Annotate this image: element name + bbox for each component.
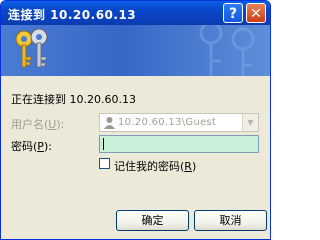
username-label-prefix: 用户名( xyxy=(11,118,49,131)
window-title: 连接到 10.20.60.13 xyxy=(8,8,137,22)
connecting-text: 正在连接到 10.20.60.13 xyxy=(11,93,136,106)
username-label-suffix: ): xyxy=(56,118,65,131)
help-icon: ? xyxy=(228,6,238,22)
watermark-keys xyxy=(199,25,255,76)
user-icon xyxy=(104,117,115,129)
keys-icon xyxy=(15,28,48,68)
remember-label-prefix: 记住我的密码( xyxy=(114,160,185,173)
remember-label-suffix: ) xyxy=(191,160,197,173)
remember-checkbox[interactable] xyxy=(99,158,110,169)
dialog-window: 连接到 10.20.60.13 ? ✕ 正在连接到 10.20.60.13 用户… xyxy=(0,0,271,240)
ok-button[interactable]: 确定 xyxy=(116,210,189,231)
password-label-suffix: ): xyxy=(43,140,52,153)
chevron-down-icon: ▼ xyxy=(247,118,254,127)
help-button[interactable]: ? xyxy=(223,3,243,23)
username-combo[interactable]: 10.20.60.13\Guest ▼ xyxy=(99,113,259,132)
username-label: 用户名(U): xyxy=(11,116,64,132)
close-button[interactable]: ✕ xyxy=(246,3,266,23)
password-label-prefix: 密码( xyxy=(11,140,38,153)
remember-label[interactable]: 记住我的密码(R) xyxy=(114,158,196,174)
text-caret xyxy=(103,138,104,150)
close-icon: ✕ xyxy=(250,6,262,22)
password-input[interactable] xyxy=(99,135,259,153)
banner xyxy=(1,25,270,76)
username-dropdown-button[interactable]: ▼ xyxy=(242,114,258,131)
cancel-button[interactable]: 取消 xyxy=(194,210,267,231)
password-label-key: P xyxy=(37,140,44,153)
password-label: 密码(P): xyxy=(11,138,52,154)
title-bar[interactable]: 连接到 10.20.60.13 ? ✕ xyxy=(1,1,270,25)
remember-label-key: R xyxy=(184,160,192,173)
username-value: 10.20.60.13\Guest xyxy=(118,117,217,128)
